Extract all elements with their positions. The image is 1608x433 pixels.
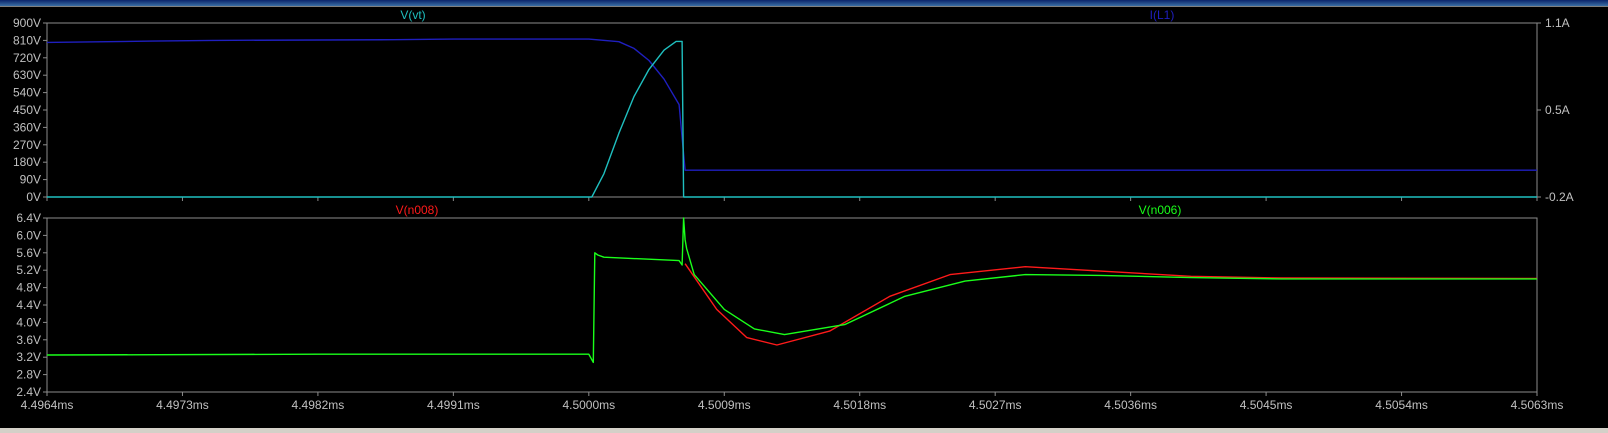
left-tick-label: 720V: [13, 51, 41, 65]
left-tick-label: 3.2V: [16, 350, 41, 364]
left-tick-label: 6.0V: [16, 228, 41, 242]
left-tick-label: 630V: [13, 68, 41, 82]
left-tick-label: 2.8V: [16, 368, 41, 382]
left-tick-label: 0V: [26, 190, 41, 204]
left-tick-label: 810V: [13, 33, 41, 47]
left-tick-label: 4.8V: [16, 281, 41, 295]
left-tick-label: 6.4V: [16, 211, 41, 225]
top-pane-legend-vt[interactable]: V(vt): [400, 8, 425, 22]
right-tick-label: -0.2A: [1545, 190, 1574, 204]
left-tick-label: 360V: [13, 120, 41, 134]
left-tick-label: 5.2V: [16, 263, 41, 277]
right-tick-label: 1.1A: [1545, 16, 1570, 30]
x-tick-label: 4.4973ms: [156, 398, 209, 412]
bottom-pane-legend-n006[interactable]: V(n006): [1139, 203, 1182, 217]
left-tick-label: 2.4V: [16, 385, 41, 399]
x-tick-label: 4.5036ms: [1104, 398, 1157, 412]
left-tick-label: 4.4V: [16, 298, 41, 312]
waveform-viewer: V(vt) I(L1) 900V 810V 720V 630V 540V 450V 360V…: [0, 6, 1608, 428]
left-tick-label: 5.6V: [16, 246, 41, 260]
x-tick-label: 4.5063ms: [1511, 398, 1564, 412]
x-tick-label: 4.5018ms: [833, 398, 886, 412]
x-tick-label: 4.5054ms: [1375, 398, 1428, 412]
top-pane-legend-il1[interactable]: I(L1): [1150, 8, 1175, 22]
x-tick-label: 4.4964ms: [21, 398, 74, 412]
left-tick-label: 900V: [13, 16, 41, 30]
right-tick-label: 0.5A: [1545, 103, 1570, 117]
x-tick-label: 4.5009ms: [698, 398, 751, 412]
left-tick-label: 540V: [13, 86, 41, 100]
left-tick-label: 4.0V: [16, 315, 41, 329]
x-tick-label: 4.5027ms: [969, 398, 1022, 412]
bottom-pane-legend-n008[interactable]: V(n008): [396, 203, 439, 217]
left-tick-label: 270V: [13, 138, 41, 152]
x-tick-label: 4.5045ms: [1240, 398, 1293, 412]
left-tick-label: 450V: [13, 103, 41, 117]
x-tick-label: 4.5000ms: [562, 398, 615, 412]
waveform-plot: V(vt) I(L1) 900V 810V 720V 630V 540V 450V 360V…: [0, 7, 1608, 428]
left-tick-label: 90V: [20, 173, 41, 187]
left-tick-label: 180V: [13, 155, 41, 169]
left-tick-label: 3.6V: [16, 333, 41, 347]
x-tick-label: 4.4982ms: [292, 398, 345, 412]
x-tick-label: 4.4991ms: [427, 398, 480, 412]
